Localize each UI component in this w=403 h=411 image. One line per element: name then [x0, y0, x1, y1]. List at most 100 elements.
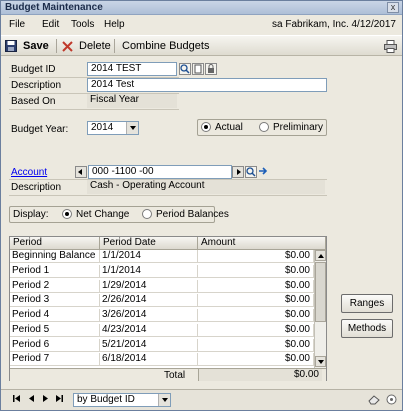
lookup-icon	[180, 64, 190, 74]
ranges-button[interactable]: Ranges	[341, 294, 393, 313]
last-icon	[55, 395, 63, 402]
close-button[interactable]: x	[387, 2, 399, 13]
cell-amount[interactable]: $0.00	[198, 294, 314, 307]
title-bar: Budget Maintenance x	[1, 1, 402, 15]
print-icon	[384, 39, 397, 53]
budget-maintenance-window: Budget Maintenance x File Edit Tools Hel…	[0, 0, 403, 411]
cell-period-date: 4/23/2014	[100, 323, 198, 336]
table-row[interactable]: Period 3 2/26/2014 $0.00	[10, 294, 314, 308]
cell-period: Period 7	[10, 353, 100, 366]
display-label: Display:	[13, 209, 49, 220]
account-link-text[interactable]: Account	[11, 167, 47, 178]
menu-edit[interactable]: Edit	[42, 19, 59, 30]
menu-file[interactable]: File	[9, 19, 25, 30]
toolbar-separator	[114, 39, 115, 53]
cell-amount[interactable]: $0.00	[198, 323, 314, 336]
cell-period-date: 1/1/2014	[100, 250, 198, 262]
account-field[interactable]: 000 -1100 -00	[88, 165, 232, 179]
lookup-icon	[246, 167, 256, 177]
menu-help[interactable]: Help	[104, 19, 125, 30]
actual-radio[interactable]	[201, 122, 211, 132]
menu-tools[interactable]: Tools	[71, 19, 94, 30]
previous-record-button[interactable]	[26, 394, 36, 405]
last-record-button[interactable]	[54, 394, 64, 405]
cell-period-date: 1/29/2014	[100, 279, 198, 292]
budget-id-note-button[interactable]	[192, 63, 204, 75]
cell-period: Period 3	[10, 294, 100, 307]
print-button[interactable]	[384, 38, 397, 54]
toolbar-separator	[56, 39, 57, 53]
table-row[interactable]: Period 7 6/18/2014 $0.00	[10, 353, 314, 367]
save-button[interactable]: Save	[5, 38, 49, 54]
cell-amount[interactable]: $0.00	[198, 264, 314, 277]
budget-id-field[interactable]: 2014 TEST	[87, 62, 177, 76]
cell-amount[interactable]: $0.00	[198, 353, 314, 366]
methods-button[interactable]: Methods	[341, 319, 393, 338]
table-row[interactable]: Period 5 4/23/2014 $0.00	[10, 323, 314, 337]
table-row[interactable]: Period 4 3/26/2014 $0.00	[10, 309, 314, 322]
eraser-icon	[368, 395, 380, 405]
next-icon	[237, 169, 241, 175]
cell-period-date: 2/26/2014	[100, 294, 198, 307]
account-expand-button[interactable]	[258, 166, 270, 178]
budget-year-dropdown[interactable]: 2014	[87, 121, 139, 135]
description-field[interactable]: 2014 Test	[87, 78, 327, 92]
grid-scrollbar[interactable]	[314, 250, 326, 368]
cell-amount[interactable]: $0.00	[198, 279, 314, 292]
cell-period: Period 6	[10, 338, 100, 351]
preliminary-label: Preliminary	[273, 122, 324, 133]
table-row[interactable]: Period 1 1/1/2014 $0.00	[10, 264, 314, 278]
budget-year-label: Budget Year:	[11, 124, 69, 135]
column-header-period-date[interactable]: Period Date	[100, 237, 198, 250]
budget-id-lock-button[interactable]	[205, 63, 217, 75]
scroll-down-button[interactable]	[315, 356, 326, 367]
table-row[interactable]: Beginning Balance 1/1/2014 $0.00	[10, 250, 314, 263]
company-date-info: sa Fabrikam, Inc. 4/12/2017	[272, 19, 396, 30]
cell-period: Period 1	[10, 264, 100, 277]
scroll-thumb[interactable]	[315, 262, 326, 322]
account-description-value: Cash - Operating Account	[87, 180, 325, 194]
column-header-period[interactable]: Period	[10, 237, 100, 250]
period-balances-radio[interactable]	[142, 209, 152, 219]
budget-id-lookup-button[interactable]	[179, 63, 191, 75]
first-record-button[interactable]	[11, 394, 21, 405]
net-change-radio[interactable]	[62, 209, 72, 219]
account-description-label: Description	[11, 182, 62, 193]
delete-label: Delete	[79, 40, 111, 52]
delete-icon	[62, 40, 73, 52]
column-header-amount[interactable]: Amount	[198, 237, 326, 250]
first-icon	[12, 395, 20, 402]
total-value: $0.00	[198, 369, 322, 381]
cell-amount[interactable]: $0.00	[198, 250, 314, 262]
cell-period-date: 6/18/2014	[100, 353, 198, 366]
divider	[9, 109, 179, 110]
net-change-label: Net Change	[76, 209, 130, 220]
delete-button[interactable]: Delete	[62, 38, 111, 54]
eraser-button[interactable]	[367, 394, 381, 405]
help-button[interactable]	[385, 394, 397, 405]
next-icon	[42, 395, 48, 402]
preliminary-radio[interactable]	[259, 122, 269, 132]
divider	[9, 77, 179, 78]
scroll-up-button[interactable]	[315, 250, 326, 261]
combine-budgets-button[interactable]: Combine Budgets	[122, 38, 209, 54]
lock-icon	[208, 64, 214, 73]
description-label: Description	[11, 80, 62, 91]
save-label: Save	[23, 40, 49, 52]
budget-id-label: Budget ID	[11, 64, 56, 75]
window-title: Budget Maintenance	[5, 2, 103, 13]
save-icon	[5, 40, 17, 52]
account-previous-button[interactable]	[75, 166, 87, 178]
cell-amount[interactable]: $0.00	[198, 309, 314, 321]
cell-amount[interactable]: $0.00	[198, 338, 314, 351]
account-lookup-button[interactable]	[245, 166, 257, 178]
account-next-button[interactable]	[232, 166, 244, 178]
total-label: Total	[164, 370, 186, 381]
help-icon	[386, 394, 396, 405]
account-link[interactable]: Account	[11, 167, 47, 178]
sort-value: by Budget ID	[77, 394, 135, 405]
table-row[interactable]: Period 2 1/29/2014 $0.00	[10, 279, 314, 293]
sort-dropdown[interactable]: by Budget ID	[73, 393, 171, 407]
next-record-button[interactable]	[40, 394, 50, 405]
table-row[interactable]: Period 6 5/21/2014 $0.00	[10, 338, 314, 352]
